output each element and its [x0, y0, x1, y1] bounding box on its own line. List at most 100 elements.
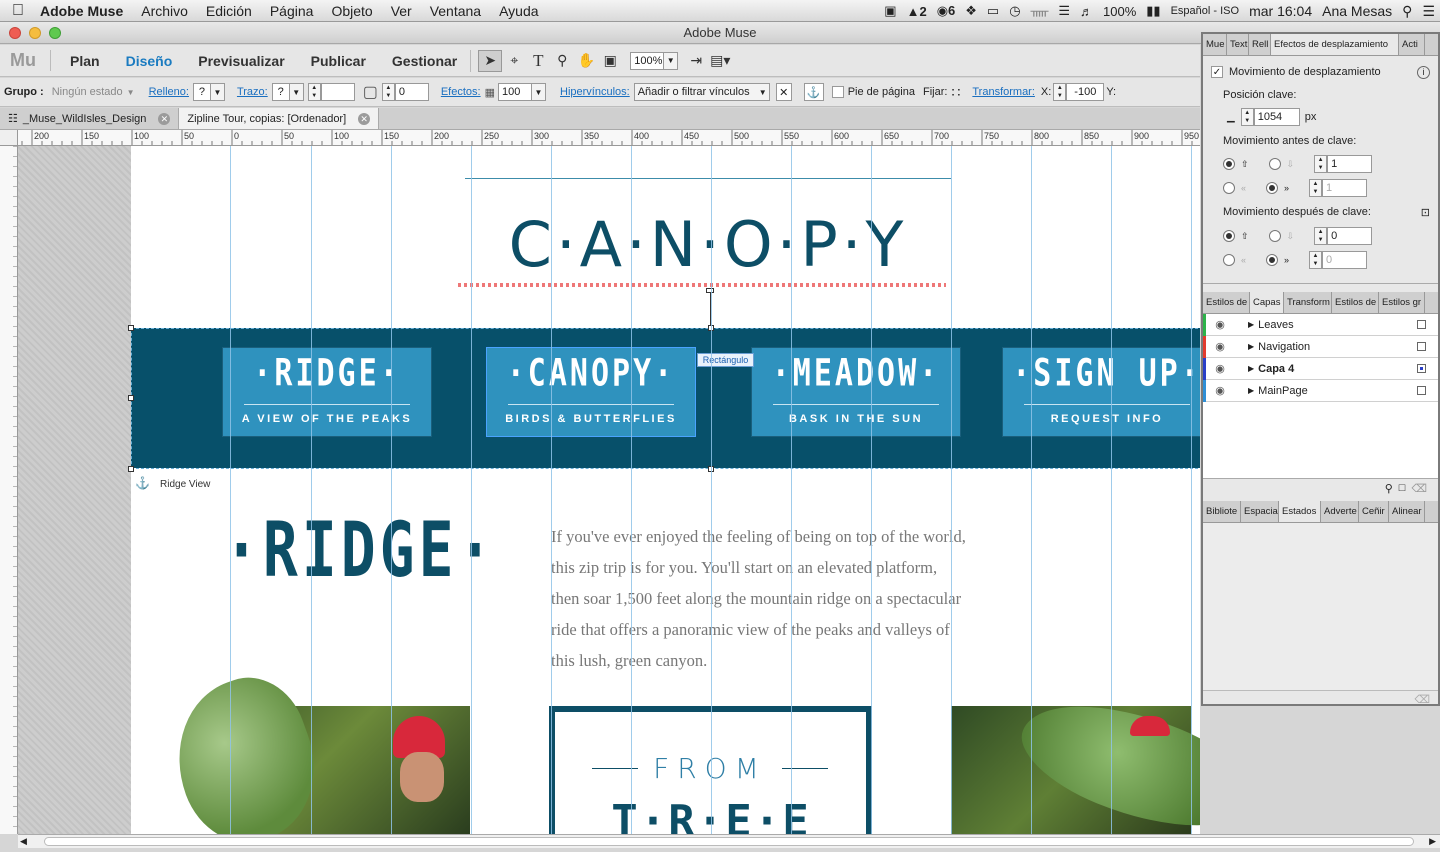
resize-handle[interactable]: [128, 325, 134, 331]
layer-capa-4[interactable]: ◉ ▶ Capa 4: [1203, 357, 1438, 380]
layer-select-box[interactable]: [1417, 320, 1426, 329]
before-field-1[interactable]: 1: [1327, 155, 1373, 173]
nav-button-meadow[interactable]: ·MEADOW· BASK IN THE SUN: [751, 347, 961, 437]
tab-warnings[interactable]: Adverte: [1321, 501, 1359, 522]
before-right-radio[interactable]: [1266, 182, 1279, 194]
nav-button-canopy[interactable]: ·CANOPY· BIRDS & BUTTERFLIES: [486, 347, 696, 437]
menu-ver[interactable]: Ver: [382, 3, 421, 19]
tab-text[interactable]: Text: [1227, 34, 1249, 55]
x-stepper[interactable]: ▲ ▼: [1053, 83, 1067, 101]
key-position-field[interactable]: 1054: [1253, 108, 1300, 126]
volume-icon[interactable]: ♬: [1075, 4, 1098, 19]
crop-tool-icon[interactable]: ⌖: [502, 50, 526, 72]
column-guide[interactable]: [471, 146, 472, 834]
before-stepper-2[interactable]: ▲ ▼: [1309, 179, 1323, 197]
column-guide[interactable]: [1111, 146, 1112, 834]
text-tool-icon[interactable]: T: [526, 50, 550, 72]
column-guide[interactable]: [1191, 146, 1192, 834]
column-guide[interactable]: [711, 146, 712, 834]
rectangle-tool-icon[interactable]: ▣: [598, 50, 622, 72]
menu-archivo[interactable]: Archivo: [132, 3, 197, 19]
column-guide[interactable]: [871, 146, 872, 834]
corner-stepper[interactable]: ▲ ▼: [381, 83, 395, 101]
search-icon[interactable]: ⚲: [1382, 482, 1396, 495]
footer-checkbox[interactable]: [831, 86, 844, 98]
resize-handle[interactable]: [128, 395, 134, 401]
horizontal-scrollbar[interactable]: ◀ ▶: [18, 834, 1440, 848]
close-window-button[interactable]: [9, 27, 21, 39]
scroll-left-icon[interactable]: ◀: [20, 836, 27, 847]
display-icon[interactable]: ▭: [982, 3, 1004, 19]
minimize-window-button[interactable]: [29, 27, 41, 39]
doctab-plan[interactable]: ☷ _Muse_WildIsles_Design ✕: [0, 108, 180, 129]
tab-diseno[interactable]: Diseño: [113, 53, 186, 69]
info-icon[interactable]: i: [1417, 65, 1430, 79]
brand-logo[interactable]: C·A·N·O·P·Y: [458, 208, 958, 281]
before-field-2[interactable]: 1: [1322, 179, 1368, 197]
column-guide[interactable]: [631, 146, 632, 834]
eye-icon[interactable]: ◉: [1212, 384, 1228, 397]
close-tab-icon[interactable]: ✕: [158, 112, 171, 125]
tab-fill[interactable]: Rell: [1249, 34, 1271, 55]
column-guide[interactable]: [311, 146, 312, 834]
disclosure-icon[interactable]: ▶: [1228, 386, 1258, 395]
notification-center-icon[interactable]: ☰: [1417, 3, 1440, 20]
tab-plan[interactable]: Plan: [57, 53, 113, 69]
layer-leaves[interactable]: ◉ ▶ Leaves: [1203, 313, 1438, 336]
spotlight-icon[interactable]: ⚲: [1397, 3, 1417, 20]
after-field-2[interactable]: 0: [1322, 251, 1368, 269]
transform-link[interactable]: Transformar:: [968, 86, 1039, 98]
tab-previsualizar[interactable]: Previsualizar: [185, 53, 297, 69]
corner-value[interactable]: 0: [394, 83, 429, 101]
layer-select-box[interactable]: [1417, 364, 1426, 373]
zoom-dropdown-icon[interactable]: ▼: [664, 51, 679, 70]
fill-value[interactable]: ?: [192, 83, 211, 101]
wifi-icon[interactable]: ☰: [1053, 3, 1075, 19]
disclosure-icon[interactable]: ▶: [1228, 320, 1258, 329]
vertical-ruler[interactable]: [0, 146, 18, 834]
fill-link[interactable]: Relleno:: [145, 86, 193, 98]
before-up-radio[interactable]: [1223, 158, 1235, 170]
place-file-icon[interactable]: ⇥: [684, 50, 708, 72]
state-select[interactable]: Ningún estado: [48, 86, 127, 98]
after-down-radio[interactable]: [1268, 230, 1281, 242]
nav-button-ridge[interactable]: ·RIDGE· A VIEW OF THE PEAKS: [222, 347, 432, 437]
eye-icon[interactable]: ◉: [1212, 362, 1228, 375]
tab-gestionar[interactable]: Gestionar: [379, 53, 470, 69]
eye-icon[interactable]: ◉: [1212, 318, 1228, 331]
tab-layers[interactable]: Capas: [1250, 292, 1284, 313]
pin-grid-icon[interactable]: ∷: [951, 84, 960, 101]
doctab-page[interactable]: Zipline Tour, copias: [Ordenador] ✕: [179, 108, 380, 129]
clock[interactable]: mar 16:04: [1244, 3, 1317, 19]
input-lang[interactable]: Español - ISO: [1166, 5, 1244, 17]
tab-library[interactable]: Bibliote: [1203, 501, 1241, 522]
tab-align[interactable]: Alinear: [1389, 501, 1425, 522]
scroll-right-icon[interactable]: ▶: [1429, 836, 1436, 847]
after-left-radio[interactable]: [1223, 254, 1235, 266]
layer-mainpage[interactable]: ◉ ▶ MainPage: [1203, 379, 1438, 402]
tab-paragraph-styles[interactable]: Estilos de: [1203, 292, 1250, 313]
layers-list[interactable]: ◉ ▶ Leaves ◉ ▶ Navigation ◉ ▶ Capa 4 ◉ ▶…: [1203, 313, 1438, 479]
column-guide[interactable]: [391, 146, 392, 834]
after-right-radio[interactable]: [1266, 254, 1279, 266]
hyperlinks-dropdown-icon[interactable]: ▼: [756, 83, 770, 101]
rotation-handle[interactable]: [706, 288, 714, 293]
menu-pagina[interactable]: Página: [261, 3, 323, 19]
eye-icon[interactable]: ◉: [1212, 340, 1228, 353]
column-guide[interactable]: [791, 146, 792, 834]
menu-ayuda[interactable]: Ayuda: [490, 3, 547, 19]
time-machine-icon[interactable]: ◷: [1004, 3, 1025, 19]
anchor-icon[interactable]: ⚓: [135, 476, 150, 490]
menu-edicion[interactable]: Edición: [197, 3, 261, 19]
layer-navigation[interactable]: ◉ ▶ Navigation: [1203, 335, 1438, 358]
notif-a-icon[interactable]: ▲2: [902, 4, 932, 19]
tab-publicar[interactable]: Publicar: [298, 53, 379, 69]
stroke-width-stepper[interactable]: ▲ ▼: [307, 83, 321, 101]
tab-char-styles[interactable]: Estilos de: [1332, 292, 1379, 313]
stroke-width-field[interactable]: [320, 83, 355, 101]
states-trash-icon[interactable]: ⌫: [1414, 693, 1430, 706]
close-tab-icon[interactable]: ✕: [358, 112, 371, 125]
tab-muse[interactable]: Mue: [1203, 34, 1227, 55]
menu-objeto[interactable]: Objeto: [322, 3, 381, 19]
bluetooth-icon[interactable]: ᚅ: [1026, 3, 1054, 19]
